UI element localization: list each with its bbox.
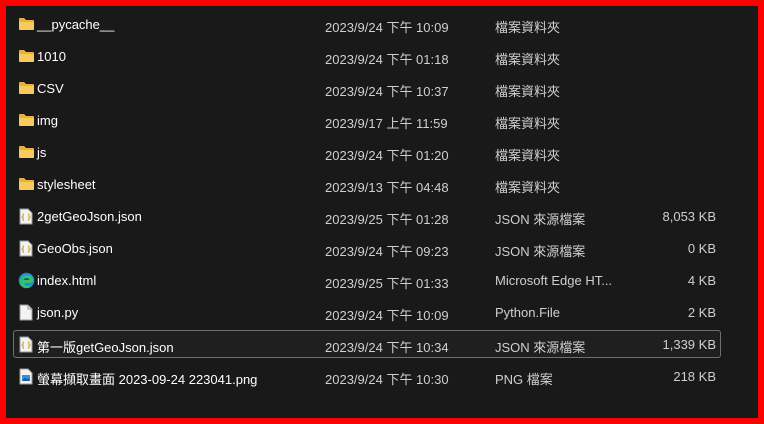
file-type: 檔案資料夾 xyxy=(495,180,561,195)
file-type: 檔案資料夾 xyxy=(495,116,561,131)
folder-icon xyxy=(17,175,35,193)
file-row[interactable]: img 2023/9/17 上午 11:59 檔案資料夾 xyxy=(13,106,721,134)
image-file-icon xyxy=(17,367,35,385)
file-type: 檔案資料夾 xyxy=(495,84,561,99)
file-name: json.py xyxy=(37,305,79,320)
file-name: index.html xyxy=(37,273,97,288)
file-row[interactable]: js 2023/9/24 下午 01:20 檔案資料夾 xyxy=(13,138,721,166)
json-file-icon xyxy=(17,239,35,257)
file-type: JSON 來源檔案 xyxy=(495,212,586,227)
file-type: 檔案資料夾 xyxy=(495,148,561,163)
file-size: 218 KB xyxy=(673,369,716,384)
file-name: __pycache__ xyxy=(37,17,115,32)
folder-icon xyxy=(17,79,35,97)
file-date-modified: 2023/9/25 下午 01:33 xyxy=(325,276,449,291)
file-type: 檔案資料夾 xyxy=(495,20,561,35)
file-row[interactable]: 螢幕擷取畫面 2023-09-24 223041.png 2023/9/24 下午… xyxy=(13,362,721,390)
file-row[interactable]: stylesheet 2023/9/13 下午 04:48 檔案資料夾 xyxy=(13,170,721,198)
file-row[interactable]: 1010 2023/9/24 下午 01:18 檔案資料夾 xyxy=(13,42,721,70)
file-date-modified: 2023/9/17 上午 11:59 xyxy=(325,116,448,131)
file-type: Python.File xyxy=(495,305,561,320)
json-file-icon xyxy=(17,335,35,353)
file-name: js xyxy=(37,145,47,160)
file-size: 4 KB xyxy=(687,273,716,288)
file-row[interactable]: GeoObs.json 2023/9/24 下午 09:23 JSON 來源檔案 0 … xyxy=(13,234,721,262)
file-icon xyxy=(17,303,35,321)
file-size: 0 KB xyxy=(687,241,716,256)
file-type: JSON 來源檔案 xyxy=(495,244,586,259)
file-type: Microsoft Edge HT... xyxy=(495,273,613,288)
folder-icon xyxy=(17,15,35,33)
file-row[interactable]: index.html 2023/9/25 下午 01:33 Microsoft Ed… xyxy=(13,266,721,294)
file-name: 2getGeoJson.json xyxy=(37,209,142,224)
file-date-modified: 2023/9/25 下午 01:28 xyxy=(325,212,449,227)
file-row[interactable]: 第一版getGeoJson.json 2023/9/24 下午 10:34 JSON… xyxy=(13,330,721,358)
folder-icon xyxy=(17,143,35,161)
file-row[interactable]: 2getGeoJson.json 2023/9/25 下午 01:28 JSON 來… xyxy=(13,202,721,230)
json-file-icon xyxy=(17,207,35,225)
file-type: JSON 來源檔案 xyxy=(495,340,586,355)
file-name: 第一版getGeoJson.json xyxy=(37,340,174,355)
file-name: stylesheet xyxy=(37,177,96,192)
file-row[interactable]: CSV 2023/9/24 下午 10:37 檔案資料夾 xyxy=(13,74,721,102)
file-date-modified: 2023/9/24 下午 10:30 xyxy=(325,372,449,387)
file-row[interactable]: __pycache__ 2023/9/24 下午 10:09 檔案資料夾 xyxy=(13,10,721,38)
file-date-modified: 2023/9/24 下午 10:37 xyxy=(325,84,449,99)
file-name: CSV xyxy=(37,81,64,96)
file-date-modified: 2023/9/24 下午 01:20 xyxy=(325,148,449,163)
file-name: img xyxy=(37,113,58,128)
file-size: 8,053 KB xyxy=(662,209,717,224)
file-date-modified: 2023/9/24 下午 09:23 xyxy=(325,244,449,259)
folder-icon xyxy=(17,47,35,65)
file-name: GeoObs.json xyxy=(37,241,113,256)
file-date-modified: 2023/9/24 下午 10:34 xyxy=(325,340,449,355)
file-date-modified: 2023/9/13 下午 04:48 xyxy=(325,180,449,195)
file-date-modified: 2023/9/24 下午 10:09 xyxy=(325,308,449,323)
file-name: 1010 xyxy=(37,49,66,64)
file-type: 檔案資料夾 xyxy=(495,52,561,67)
file-date-modified: 2023/9/24 下午 01:18 xyxy=(325,52,449,67)
file-size: 2 KB xyxy=(687,305,716,320)
edge-icon xyxy=(17,271,35,289)
file-row[interactable]: json.py 2023/9/24 下午 10:09 Python.File 2 KB xyxy=(13,298,721,326)
file-name: 螢幕擷取畫面 2023-09-24 223041.png xyxy=(37,372,258,387)
file-date-modified: 2023/9/24 下午 10:09 xyxy=(325,20,449,35)
file-type: PNG 檔案 xyxy=(495,372,553,387)
file-explorer-list: __pycache__ 2023/9/24 下午 10:09 檔案資料夾 1010 20… xyxy=(6,6,758,418)
file-size: 1,339 KB xyxy=(662,337,717,352)
folder-icon xyxy=(17,111,35,129)
